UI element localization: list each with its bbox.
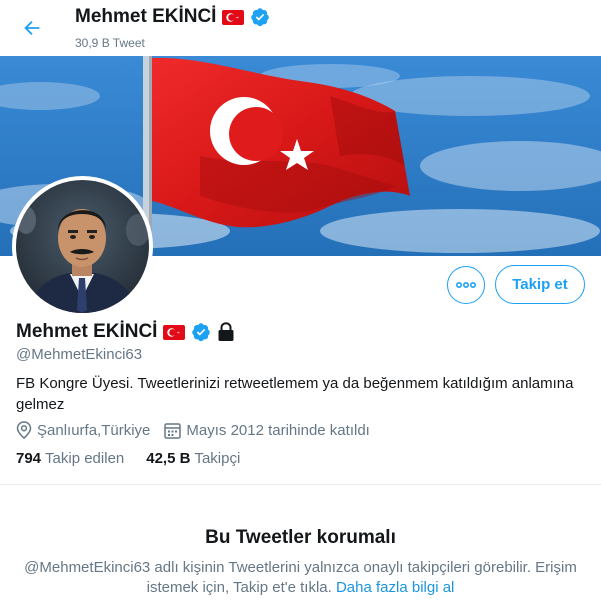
protected-description-text: @MehmetEkinci63 adlı kişinin Tweetlerini… bbox=[24, 559, 577, 596]
profile-handle: @MehmetEkinci63 bbox=[16, 346, 143, 363]
profile-header: Mehmet EKİNCİ 30,9 B Tweet bbox=[0, 0, 601, 56]
following-label: Takip edilen bbox=[45, 450, 125, 467]
verified-badge-icon bbox=[251, 8, 270, 27]
header-name: Mehmet EKİNCİ bbox=[75, 6, 217, 27]
following-stat[interactable]: 794 Takip edilen bbox=[16, 450, 124, 467]
profile-location: Şanlıurfa,Türkiye bbox=[16, 421, 150, 439]
section-divider bbox=[0, 484, 601, 485]
more-icon bbox=[456, 282, 476, 288]
following-count: 794 bbox=[16, 450, 42, 467]
turkish-flag-icon bbox=[163, 324, 186, 340]
location-text: Şanlıurfa,Türkiye bbox=[37, 421, 151, 439]
followers-stat[interactable]: 42,5 B Takipçi bbox=[146, 450, 240, 467]
back-button[interactable] bbox=[16, 12, 48, 44]
protected-description: @MehmetEkinci63 adlı kişinin Tweetlerini… bbox=[20, 558, 581, 598]
followers-label: Takipçi bbox=[194, 450, 241, 467]
profile-bio: FB Kongre Üyesi. Tweetlerinizi retweetle… bbox=[16, 375, 574, 413]
more-options-button[interactable] bbox=[447, 266, 485, 304]
joined-text: Mayıs 2012 tarihinde katıldı bbox=[186, 421, 370, 439]
calendar-icon bbox=[164, 422, 182, 439]
follow-button[interactable]: Takip et bbox=[495, 265, 585, 304]
protected-title: Bu Tweetler korumalı bbox=[205, 527, 396, 548]
followers-count: 42,5 B bbox=[146, 450, 191, 467]
back-arrow-icon bbox=[24, 20, 40, 36]
profile-name: Mehmet EKİNCİ bbox=[16, 321, 158, 342]
verified-badge-icon bbox=[192, 323, 211, 342]
location-icon bbox=[16, 421, 32, 439]
tweet-count: 30,9 B Tweet bbox=[75, 36, 145, 50]
lock-icon bbox=[218, 322, 234, 341]
profile-joined: Mayıs 2012 tarihinde katıldı bbox=[164, 421, 370, 439]
turkish-flag-icon bbox=[222, 9, 245, 25]
profile-avatar[interactable] bbox=[12, 176, 153, 317]
learn-more-link[interactable]: Daha fazla bilgi al bbox=[336, 579, 454, 596]
